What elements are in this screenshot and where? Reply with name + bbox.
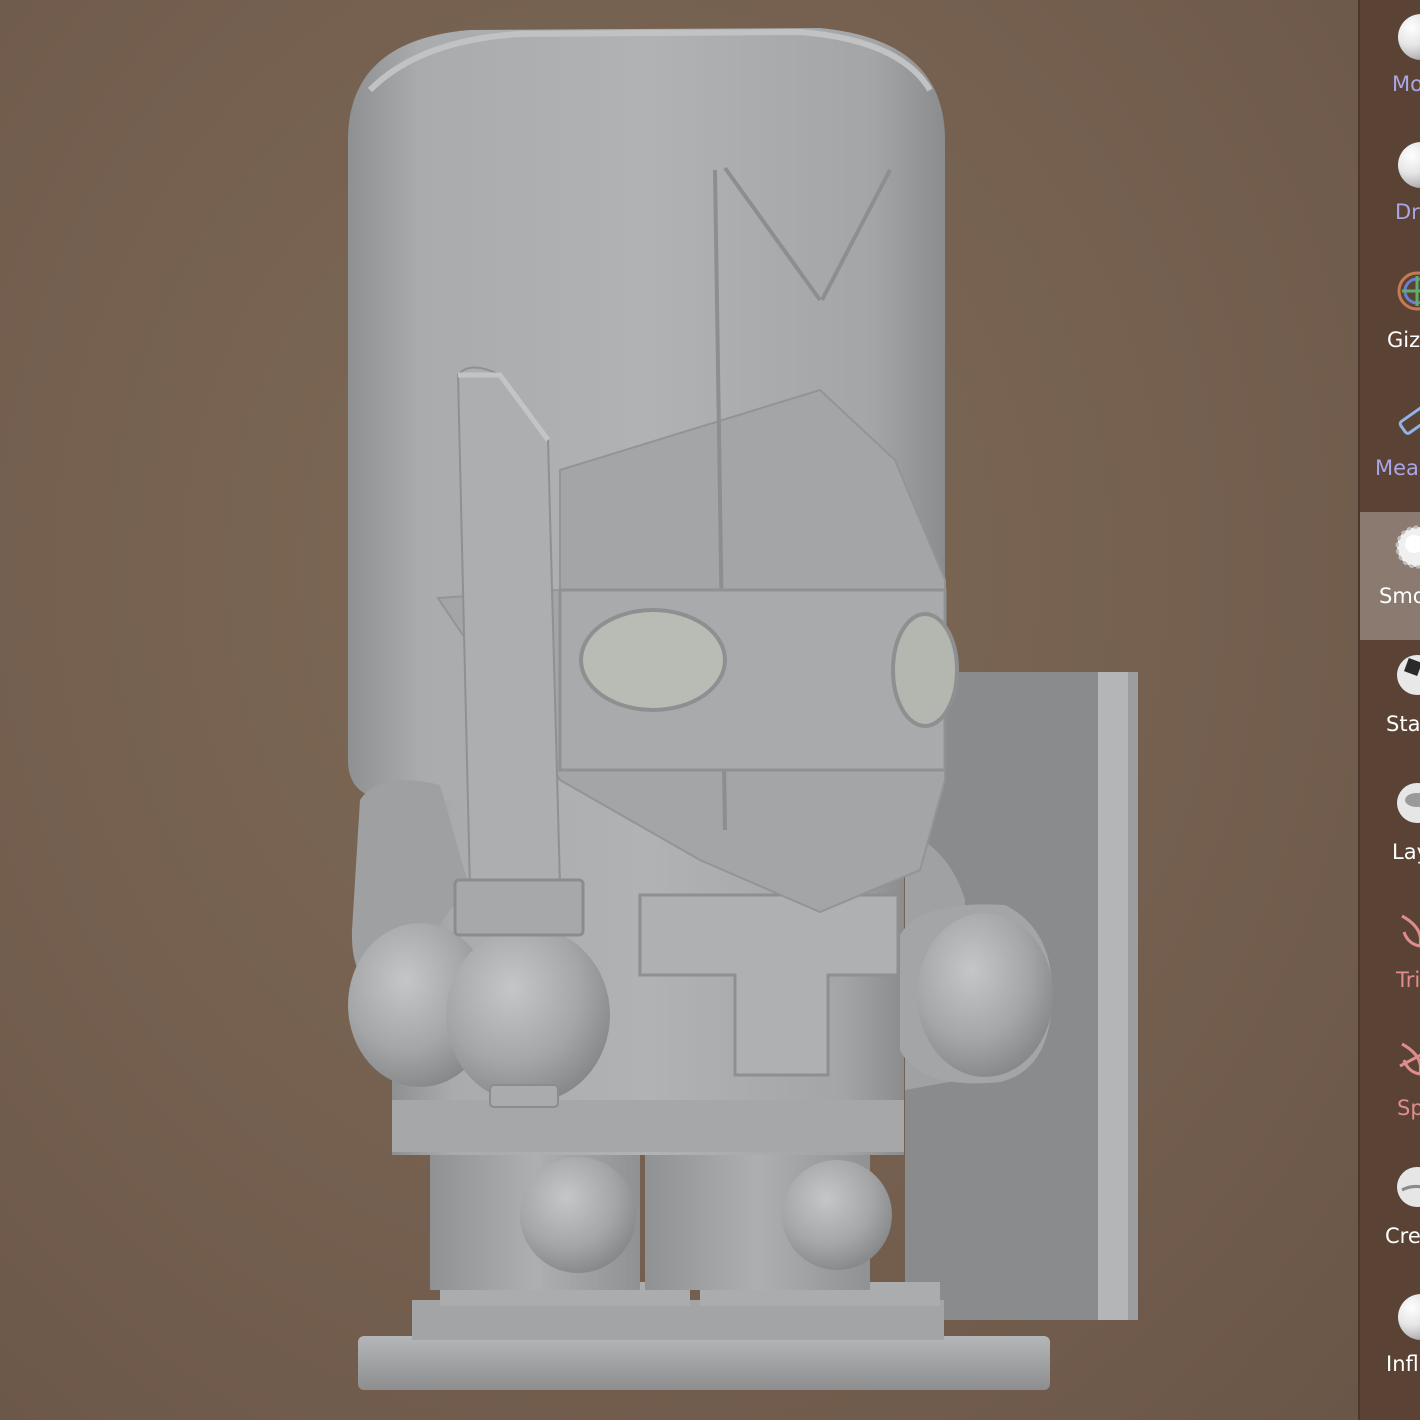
sphere-brush-icon [1398, 142, 1420, 188]
tool-mo[interactable]: Mo [1360, 0, 1420, 128]
inflate-brush-icon [1398, 1294, 1420, 1340]
tool-label: Dr [1395, 200, 1420, 224]
tool-label: Sp [1397, 1096, 1420, 1120]
tool-label: Giz [1387, 328, 1420, 352]
brush-tool-panel: Mo Dr Giz Mea Smo Sta Lay Tri Sp Cre Infl [1358, 0, 1420, 1420]
tool-label: Mea [1375, 456, 1419, 480]
tool-dr[interactable]: Dr [1360, 128, 1420, 256]
tool-mea[interactable]: Mea [1360, 384, 1420, 512]
tool-smo[interactable]: Smo [1360, 512, 1420, 640]
tool-label: Mo [1392, 72, 1420, 96]
sculpt-model[interactable] [0, 0, 1358, 1420]
tool-label: Sta [1386, 712, 1420, 736]
tool-label: Cre [1385, 1224, 1420, 1248]
tool-label: Tri [1396, 968, 1420, 992]
sphere-brush-icon [1398, 14, 1420, 60]
3d-viewport[interactable] [0, 0, 1358, 1420]
tool-lay[interactable]: Lay [1360, 768, 1420, 896]
tool-infl[interactable]: Infl [1360, 1280, 1420, 1408]
model-head [348, 28, 959, 914]
tool-label: Infl [1386, 1352, 1419, 1376]
model-legs [430, 1150, 892, 1290]
tool-label: Lay [1392, 840, 1420, 864]
tool-cre[interactable]: Cre [1360, 1152, 1420, 1280]
tool-tri[interactable]: Tri [1360, 896, 1420, 1024]
tool-sta[interactable]: Sta [1360, 640, 1420, 768]
tool-giz[interactable]: Giz [1360, 256, 1420, 384]
tool-sp[interactable]: Sp [1360, 1024, 1420, 1152]
tool-label: Smo [1379, 584, 1420, 608]
